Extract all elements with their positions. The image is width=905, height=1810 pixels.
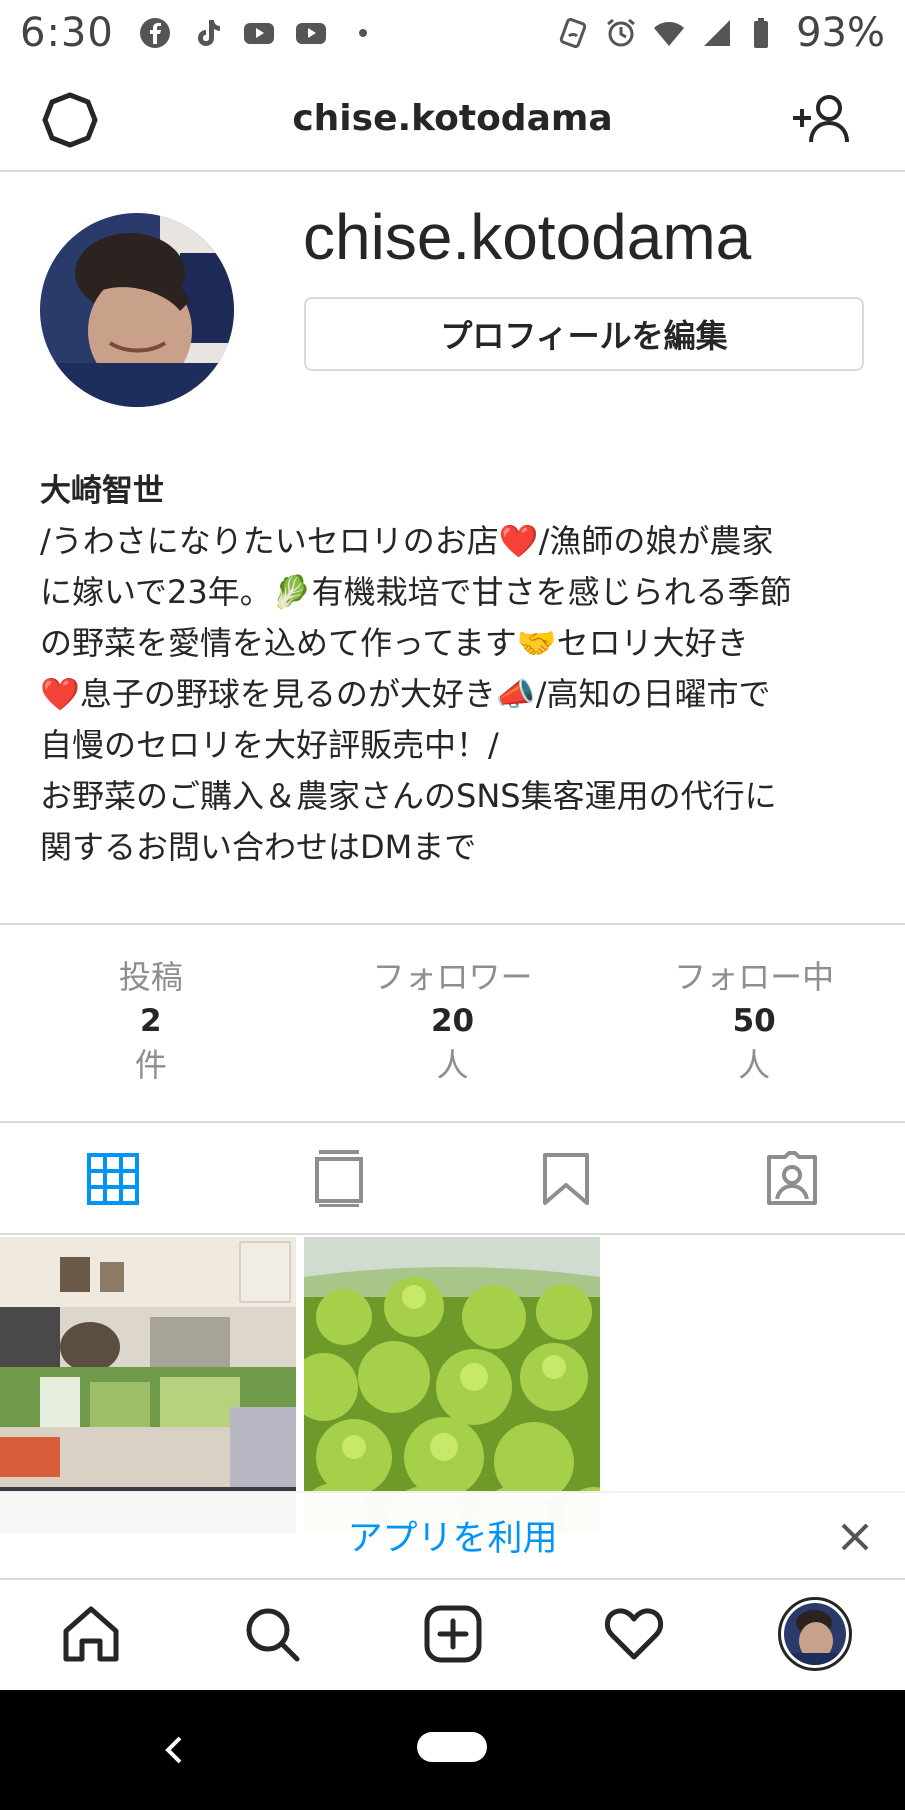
stat-following[interactable]: フォロー中 50 人 bbox=[603, 925, 905, 1121]
bio-line: の野菜を愛情を込めて作ってます🤝セロリ大好き bbox=[40, 624, 749, 662]
facebook-icon bbox=[138, 16, 172, 50]
status-time: 6:30 bbox=[20, 10, 114, 56]
stat-value: 2 bbox=[140, 1003, 162, 1039]
youtube-icon bbox=[242, 16, 276, 50]
profile-full-name: 大崎智世 bbox=[40, 473, 164, 509]
stat-followers[interactable]: フォロワー 20 人 bbox=[302, 925, 604, 1121]
add-post-icon bbox=[424, 1605, 481, 1663]
nav-search[interactable] bbox=[181, 1580, 362, 1688]
bio-line: に嫁いで23年。🥬有機栽培で甘さを感じられる季節 bbox=[40, 573, 792, 611]
tiktok-icon bbox=[190, 16, 224, 50]
home-pill[interactable] bbox=[417, 1732, 487, 1762]
wifi-icon bbox=[652, 16, 686, 50]
nav-home[interactable] bbox=[0, 1580, 181, 1688]
tab-saved[interactable] bbox=[453, 1123, 679, 1233]
profile-username: chise.kotodama bbox=[303, 201, 752, 273]
profile-header: chise.kotodama bbox=[0, 66, 905, 172]
bio-line: ❤️息子の野球を見るのが大好き📣/高知の日曜市で bbox=[40, 675, 771, 713]
profile-avatar[interactable] bbox=[40, 213, 234, 407]
system-navigation-bar bbox=[0, 1690, 905, 1810]
nfc-icon bbox=[556, 16, 590, 50]
feed-icon bbox=[315, 1150, 364, 1207]
alarm-icon bbox=[604, 16, 638, 50]
open-in-app-banner[interactable]: アプリを利用 bbox=[0, 1491, 905, 1578]
stat-label: フォロー中 bbox=[674, 958, 835, 996]
profile-avatar-icon bbox=[777, 1597, 852, 1671]
header-title: chise.kotodama bbox=[292, 97, 613, 139]
bio-line: お野菜のご購入＆農家さんのSNS集客運用の代行に bbox=[40, 777, 777, 815]
close-icon[interactable] bbox=[833, 1515, 877, 1559]
open-in-app-link[interactable]: アプリを利用 bbox=[347, 1510, 557, 1561]
profile-stats: 投稿 2 件 フォロワー 20 人 フォロー中 50 人 bbox=[0, 923, 905, 1123]
search-icon bbox=[246, 1608, 299, 1662]
bio-line: 関するお問い合わせはDMまで bbox=[40, 828, 477, 866]
home-icon bbox=[63, 1606, 118, 1662]
dot-icon bbox=[346, 16, 380, 50]
tab-tagged[interactable] bbox=[679, 1123, 905, 1233]
tab-feed[interactable] bbox=[226, 1123, 452, 1233]
nav-profile[interactable] bbox=[724, 1580, 905, 1688]
nav-activity[interactable] bbox=[543, 1580, 724, 1688]
profile-bio: 大崎智世 /うわさになりたいセロリのお店❤️/漁師の娘が農家 に嫁いで23年。🥬… bbox=[40, 466, 870, 873]
stat-unit: 人 bbox=[738, 1046, 771, 1084]
stat-unit: 人 bbox=[436, 1046, 469, 1084]
bookmark-icon bbox=[542, 1153, 589, 1205]
system-icons: 93% bbox=[556, 10, 885, 56]
signal-icon bbox=[700, 16, 734, 50]
back-icon[interactable] bbox=[160, 1728, 190, 1772]
notification-icons bbox=[138, 16, 380, 50]
stat-unit: 件 bbox=[134, 1046, 167, 1084]
bottom-navigation bbox=[0, 1578, 905, 1688]
stat-label: 投稿 bbox=[118, 958, 183, 996]
battery-icon bbox=[748, 16, 782, 50]
status-bar: 6:30 93% bbox=[0, 0, 905, 66]
stat-value: 50 bbox=[732, 1003, 776, 1039]
posts-grid bbox=[0, 1237, 905, 1533]
stat-value: 20 bbox=[430, 1003, 475, 1039]
heart-icon bbox=[604, 1608, 663, 1660]
post-thumbnail[interactable] bbox=[0, 1237, 296, 1533]
stat-posts: 投稿 2 件 bbox=[0, 925, 302, 1121]
bio-line: 自慢のセロリを大好評販売中！/ bbox=[40, 726, 499, 764]
stat-label: フォロワー bbox=[372, 958, 533, 996]
bio-line: /うわさになりたいセロリのお店❤️/漁師の娘が農家 bbox=[40, 522, 774, 560]
battery-percent: 93% bbox=[796, 10, 885, 56]
post-thumbnail[interactable] bbox=[304, 1237, 600, 1533]
nav-new-post[interactable] bbox=[362, 1580, 543, 1688]
tagged-icon bbox=[766, 1151, 817, 1205]
settings-icon[interactable] bbox=[40, 90, 100, 150]
grid-icon bbox=[87, 1153, 140, 1205]
youtube-icon bbox=[294, 16, 328, 50]
profile-tabs bbox=[0, 1123, 905, 1235]
add-user-icon[interactable] bbox=[789, 90, 855, 150]
tab-grid[interactable] bbox=[0, 1123, 226, 1233]
edit-profile-button[interactable]: プロフィールを編集 bbox=[304, 297, 864, 371]
